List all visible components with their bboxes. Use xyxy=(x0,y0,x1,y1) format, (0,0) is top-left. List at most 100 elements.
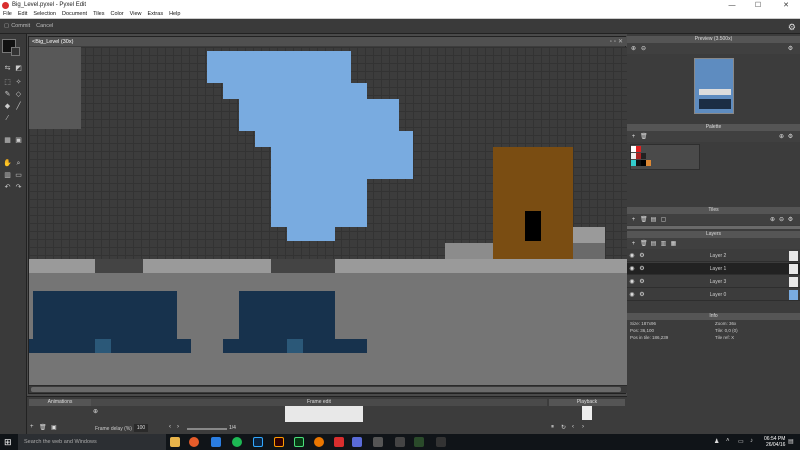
menu-view[interactable]: View xyxy=(130,11,142,17)
grid-toggle-icon[interactable]: ▥ xyxy=(3,171,12,180)
frame-zoom-icon[interactable]: ⊕ xyxy=(93,408,98,415)
tile-place-icon[interactable]: ▦ xyxy=(3,136,12,145)
tray-people-icon[interactable]: ♟ xyxy=(714,438,719,445)
layer-group-icon[interactable]: ▦ xyxy=(670,240,677,247)
app-icon-purple[interactable] xyxy=(352,437,362,447)
tile-copy-icon[interactable]: ▤ xyxy=(650,216,657,223)
secondary-color-swatch[interactable] xyxy=(11,47,20,56)
horizontal-scrollbar[interactable] xyxy=(29,385,627,393)
delete-tile-icon[interactable]: 🗑 xyxy=(640,216,648,223)
color-picker-icon[interactable]: ⁄ xyxy=(3,114,12,123)
maximize-button[interactable]: ☐ xyxy=(746,0,770,10)
blender-icon[interactable] xyxy=(314,437,324,447)
add-color-icon[interactable]: + xyxy=(630,134,637,140)
redo-icon[interactable]: ↷ xyxy=(14,183,23,192)
menu-file[interactable]: File xyxy=(3,11,12,17)
zoom-out-icon[interactable]: ⊖ xyxy=(640,45,647,52)
tiles-strip[interactable] xyxy=(627,226,800,229)
commit-button[interactable]: ▢ Commit xyxy=(4,23,30,29)
app-icon-gray[interactable] xyxy=(373,437,383,447)
tray-clock[interactable]: 06:54 PM 26/04/16 xyxy=(764,436,785,448)
select-tool-icon[interactable]: ⬚ xyxy=(3,78,12,87)
magic-wand-icon[interactable]: ✧ xyxy=(14,78,23,87)
menu-help[interactable]: Help xyxy=(169,11,180,17)
app-icon-dark[interactable] xyxy=(395,437,405,447)
preview-thumbnail[interactable] xyxy=(694,58,734,114)
palette-zoom-icon[interactable]: ⊕ xyxy=(778,133,785,140)
layer-settings-icon[interactable]: ⚙ xyxy=(637,252,647,259)
palette-swatch[interactable] xyxy=(646,160,651,166)
line-tool-icon[interactable]: ╱ xyxy=(14,102,23,111)
playback-next-icon[interactable]: › xyxy=(582,424,584,430)
menu-document[interactable]: Document xyxy=(62,11,87,17)
prev-frame-icon[interactable]: ‹ xyxy=(169,424,171,430)
tiles-zoom-out-icon[interactable]: ⊖ xyxy=(778,216,785,223)
file-explorer-icon[interactable] xyxy=(170,437,180,447)
menu-edit[interactable]: Edit xyxy=(18,11,27,17)
notifications-icon[interactable]: ▤ xyxy=(788,438,794,445)
minimize-button[interactable]: — xyxy=(720,0,744,10)
menu-extras[interactable]: Extras xyxy=(147,11,163,17)
close-button[interactable]: ✕ xyxy=(774,0,798,10)
palette-settings-icon[interactable]: ⚙ xyxy=(787,133,794,140)
tiles-zoom-in-icon[interactable]: ⊕ xyxy=(769,216,776,223)
layer-settings-icon[interactable]: ⚙ xyxy=(637,265,647,272)
document-window-controls[interactable]: ▫▫✕ xyxy=(610,38,625,45)
playback-prev-icon[interactable]: ‹ xyxy=(572,424,574,430)
layer-row[interactable]: ◉ ⚙ Layer 0 xyxy=(627,289,800,301)
visibility-eye-icon[interactable]: ◉ xyxy=(627,265,637,272)
layer-row[interactable]: ◉ ⚙ Layer 2 xyxy=(627,250,800,262)
spotify-icon[interactable] xyxy=(232,437,242,447)
visibility-eye-icon[interactable]: ◉ xyxy=(627,278,637,285)
merge-layer-icon[interactable]: ▥ xyxy=(660,240,667,247)
scroll-thumb[interactable] xyxy=(31,387,621,392)
app-icon-blue[interactable] xyxy=(211,437,221,447)
loop-icon[interactable]: ↻ xyxy=(561,424,566,431)
visibility-eye-icon[interactable]: ◉ xyxy=(627,291,637,298)
settings-gear-icon[interactable]: ⚙ xyxy=(788,22,796,33)
fill-tool-icon[interactable]: ◆ xyxy=(3,102,12,111)
duplicate-layer-icon[interactable]: ▤ xyxy=(650,240,657,247)
pyxel-edit-taskbar-icon[interactable] xyxy=(334,437,344,447)
undo-icon[interactable]: ↶ xyxy=(3,183,12,192)
delete-layer-icon[interactable]: 🗑 xyxy=(640,240,648,247)
dreamweaver-icon[interactable] xyxy=(294,437,304,447)
add-layer-icon[interactable]: + xyxy=(630,241,637,247)
default-colors-icon[interactable]: ◩ xyxy=(14,64,23,73)
menu-selection[interactable]: Selection xyxy=(33,11,56,17)
tray-volume-icon[interactable]: ♪ xyxy=(750,438,753,444)
frame-icon[interactable]: ▭ xyxy=(14,171,23,180)
delete-animation-icon[interactable]: 🗑 xyxy=(39,424,47,431)
zoom-in-icon[interactable]: ⊕ xyxy=(630,45,637,52)
layer-row[interactable]: ◉ ⚙ Layer 3 xyxy=(627,276,800,288)
zoom-tool-icon[interactable]: ⌕ xyxy=(14,159,23,168)
tray-arrow-icon[interactable]: ˄ xyxy=(726,438,730,444)
photoshop-icon[interactable] xyxy=(253,437,263,447)
preview-settings-icon[interactable]: ⚙ xyxy=(787,45,794,52)
tiles-settings-icon[interactable]: ⚙ xyxy=(787,216,794,223)
document-tab[interactable]: <Big_Level (30x) ▫▫✕ xyxy=(29,37,627,46)
windows-start-icon[interactable]: ⊞ xyxy=(4,437,14,447)
cancel-button[interactable]: Cancel xyxy=(36,23,53,29)
menu-tiles[interactable]: Tiles xyxy=(93,11,104,17)
frame-slider[interactable] xyxy=(187,428,227,430)
delete-color-icon[interactable]: 🗑 xyxy=(640,133,648,140)
firefox-icon[interactable] xyxy=(189,437,199,447)
pause-icon[interactable]: ⏸ xyxy=(551,424,554,431)
animation-settings-icon[interactable]: ▣ xyxy=(51,424,57,431)
frame-delay-input[interactable]: 100 xyxy=(134,424,148,432)
illustrator-icon[interactable] xyxy=(274,437,284,447)
app-icon-green[interactable] xyxy=(414,437,424,447)
pencil-tool-icon[interactable]: ✎ xyxy=(3,90,12,99)
add-animation-icon[interactable]: + xyxy=(30,424,34,430)
eraser-tool-icon[interactable]: ◇ xyxy=(14,90,23,99)
visibility-eye-icon[interactable]: ◉ xyxy=(627,252,637,259)
taskbar-search[interactable]: Search the web and Windows xyxy=(18,434,166,450)
add-tile-icon[interactable]: + xyxy=(630,217,637,223)
hand-tool-icon[interactable]: ✋ xyxy=(3,159,12,168)
tray-battery-icon[interactable]: ▭ xyxy=(738,438,744,445)
swap-colors-icon[interactable]: ⇆ xyxy=(3,64,12,73)
frame-thumbnail[interactable] xyxy=(285,406,363,422)
next-frame-icon[interactable]: › xyxy=(177,424,179,430)
app-icon-misc[interactable] xyxy=(436,437,446,447)
